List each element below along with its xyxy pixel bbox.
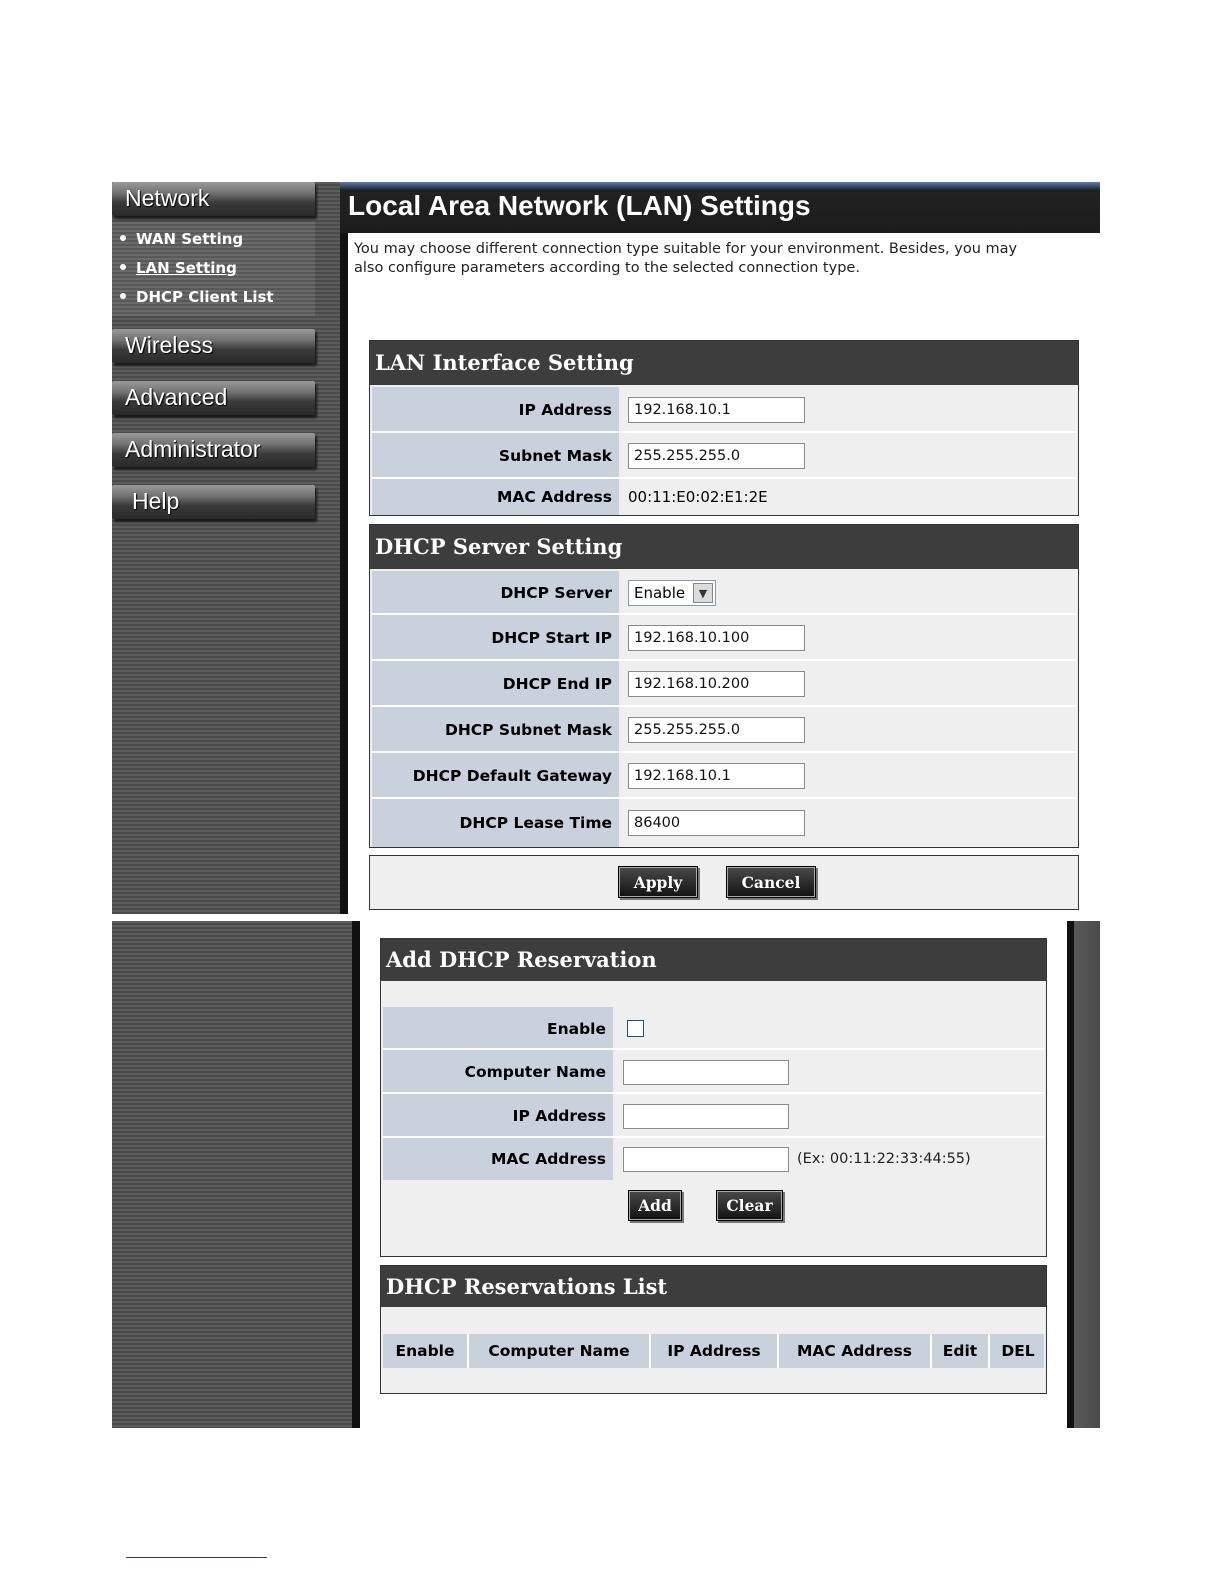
dhcp-end-ip-input[interactable]	[628, 671, 805, 697]
reservation-computer-name-row: Computer Name	[383, 1050, 1044, 1094]
reservation-mac-address-label: MAC Address	[383, 1138, 613, 1180]
dhcp-server-row: DHCP Server Enable ▼	[372, 571, 1076, 615]
sidebar-divider	[340, 182, 348, 914]
dhcp-default-gateway-row: DHCP Default Gateway	[372, 753, 1076, 799]
footnote-separator	[126, 1557, 267, 1558]
dhcp-start-ip-input[interactable]	[628, 625, 805, 651]
mac-address-hint: (Ex: 00:11:22:33:44:55)	[797, 1151, 971, 1167]
nav-network-button[interactable]: Network	[112, 182, 315, 216]
subnet-mask-row: Subnet Mask	[372, 433, 1076, 479]
reservation-ip-address-input[interactable]	[623, 1103, 789, 1129]
reservation-ip-address-label: IP Address	[383, 1094, 613, 1138]
apply-button[interactable]: Apply	[618, 866, 698, 898]
page-title: Local Area Network (LAN) Settings	[348, 190, 811, 221]
dhcp-default-gateway-label: DHCP Default Gateway	[372, 753, 619, 799]
submenu-item-wan-setting[interactable]: WAN Setting	[120, 230, 243, 248]
network-submenu: WAN Setting LAN Setting DHCP Client List	[112, 222, 315, 316]
cancel-button[interactable]: Cancel	[726, 866, 816, 898]
dhcp-lease-time-row: DHCP Lease Time	[372, 799, 1076, 847]
reservations-list-panel: DHCP Reservations List Enable Computer N…	[380, 1265, 1047, 1394]
reservation-enable-checkbox[interactable]	[627, 1020, 644, 1037]
bullet-icon	[120, 263, 126, 270]
right-border-bar	[1067, 921, 1100, 1428]
page-title-bar: Local Area Network (LAN) Settings	[340, 182, 1100, 233]
mac-address-label: MAC Address	[372, 479, 619, 515]
dhcp-subnet-mask-label: DHCP Subnet Mask	[372, 707, 619, 753]
reservations-list-heading: DHCP Reservations List	[381, 1266, 1046, 1307]
column-edit: Edit	[932, 1334, 990, 1368]
submenu-item-dhcp-client-list[interactable]: DHCP Client List	[120, 288, 274, 306]
nav-help-button[interactable]: Help	[112, 485, 315, 519]
reservation-enable-row: Enable	[383, 1007, 1044, 1050]
submenu-item-label: WAN Setting	[136, 230, 244, 248]
dhcp-subnet-mask-row: DHCP Subnet Mask	[372, 707, 1076, 753]
lan-interface-heading: LAN Interface Setting	[370, 341, 1078, 385]
nav-wireless-button[interactable]: Wireless	[112, 329, 315, 363]
reservation-mac-address-input[interactable]	[623, 1146, 789, 1172]
dhcp-server-selected-value: Enable	[634, 584, 686, 602]
bullet-icon	[120, 234, 126, 241]
sidebar-divider-lower	[352, 921, 360, 1428]
column-ip-address: IP Address	[651, 1334, 779, 1368]
dhcp-default-gateway-input[interactable]	[628, 763, 805, 789]
nav-advanced-button[interactable]: Advanced	[112, 381, 315, 415]
add-reservation-heading: Add DHCP Reservation	[381, 939, 1046, 981]
page-intro: You may choose different connection type…	[354, 241, 1018, 276]
ip-address-row: IP Address	[372, 387, 1076, 433]
reservation-mac-address-row: MAC Address (Ex: 00:11:22:33:44:55)	[383, 1138, 1044, 1180]
dhcp-server-heading: DHCP Server Setting	[370, 525, 1078, 569]
ip-address-label: IP Address	[372, 387, 619, 433]
submenu-item-lan-setting[interactable]: LAN Setting	[120, 259, 237, 277]
reservation-ip-address-row: IP Address	[383, 1094, 1044, 1138]
column-del: DEL	[1001, 1342, 1035, 1360]
reservation-computer-name-input[interactable]	[623, 1059, 789, 1085]
ip-address-input[interactable]	[628, 397, 805, 423]
dhcp-start-ip-label: DHCP Start IP	[372, 615, 619, 661]
add-reservation-panel: Add DHCP Reservation Enable Computer Nam…	[380, 938, 1047, 1257]
mac-address-row: MAC Address 00:11:E0:02:E1:2E	[372, 479, 1076, 515]
action-panel: Apply Cancel	[369, 855, 1079, 910]
reservations-table-header: Enable Computer Name IP Address MAC Addr…	[383, 1334, 1044, 1368]
column-enable: Enable	[383, 1334, 469, 1368]
submenu-item-label: DHCP Client List	[136, 288, 274, 306]
bullet-icon	[120, 292, 126, 299]
column-mac-address: MAC Address	[779, 1334, 932, 1368]
dhcp-subnet-mask-input[interactable]	[628, 717, 805, 743]
lan-interface-panel: LAN Interface Setting IP Address Subnet …	[369, 340, 1079, 516]
dhcp-server-label: DHCP Server	[372, 571, 619, 615]
dhcp-start-ip-row: DHCP Start IP	[372, 615, 1076, 661]
dhcp-server-panel: DHCP Server Setting DHCP Server Enable ▼…	[369, 524, 1079, 848]
mac-address-value: 00:11:E0:02:E1:2E	[628, 488, 768, 506]
clear-button[interactable]: Clear	[716, 1190, 783, 1221]
reservation-computer-name-label: Computer Name	[383, 1050, 613, 1094]
dhcp-end-ip-label: DHCP End IP	[372, 661, 619, 707]
dhcp-lease-time-label: DHCP Lease Time	[372, 799, 619, 847]
sidebar-background-lower	[112, 921, 354, 1428]
chevron-down-icon[interactable]: ▼	[693, 583, 713, 603]
submenu-item-label: LAN Setting	[136, 259, 237, 277]
dhcp-server-select[interactable]: Enable ▼	[628, 580, 716, 606]
add-button[interactable]: Add	[628, 1190, 682, 1221]
reservation-enable-label: Enable	[383, 1007, 613, 1050]
subnet-mask-label: Subnet Mask	[372, 433, 619, 479]
dhcp-lease-time-input[interactable]	[628, 810, 805, 836]
nav-administrator-button[interactable]: Administrator	[112, 433, 315, 467]
subnet-mask-input[interactable]	[628, 443, 805, 469]
dhcp-end-ip-row: DHCP End IP	[372, 661, 1076, 707]
column-computer-name: Computer Name	[469, 1334, 651, 1368]
